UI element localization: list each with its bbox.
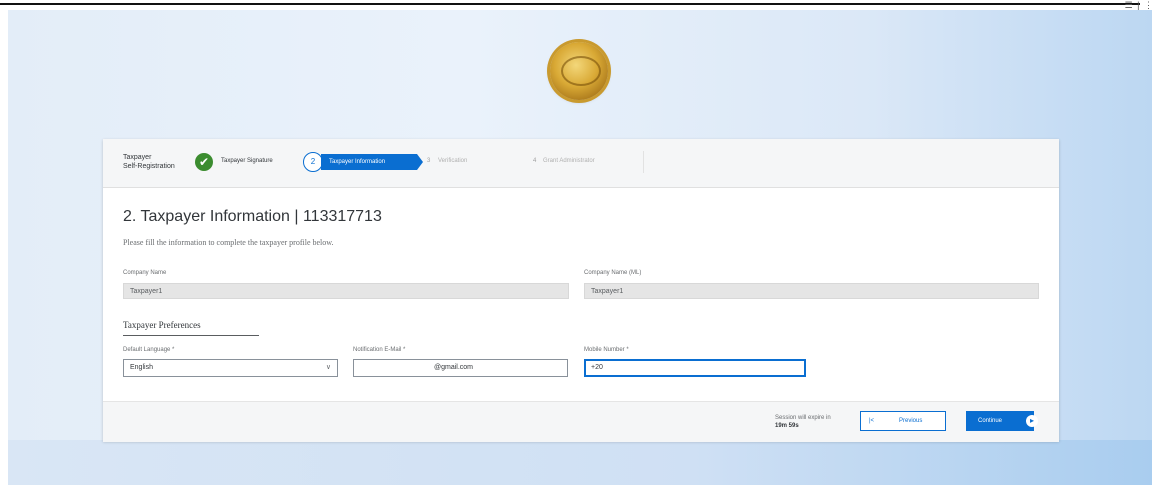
arrow-right-icon: ▸: [1026, 415, 1038, 427]
step-3-number: 3: [427, 158, 431, 164]
section-heading: Taxpayer Preferences: [123, 320, 201, 330]
stepper-divider: [643, 151, 644, 173]
authority-logo: [550, 42, 608, 100]
step-2-label[interactable]: Taxpayer Information: [321, 154, 417, 170]
step-3-label: Verification: [438, 158, 468, 164]
mobile-label: Mobile Number *: [584, 347, 629, 353]
page-subtitle: Please fill the information to complete …: [123, 238, 334, 247]
app-title-line1: Taxpayer: [123, 154, 152, 161]
registration-card: Taxpayer Self-Registration ✔ Taxpayer Si…: [103, 139, 1059, 442]
card-footer: Session will expire in 19m 59s |< Previo…: [103, 401, 1059, 442]
session-timer: Session will expire in 19m 59s: [775, 414, 831, 430]
app-title: Taxpayer Self-Registration: [123, 153, 175, 171]
company-name-ml-label: Company Name (ML): [584, 270, 642, 276]
chevron-down-icon[interactable]: ∨: [326, 360, 331, 376]
default-language-select[interactable]: English ∨: [123, 359, 338, 377]
continue-button[interactable]: Continue ▸: [966, 411, 1038, 431]
step-4-number: 4: [533, 158, 537, 164]
app-title-line2: Self-Registration: [123, 163, 175, 170]
page-background-bottom: [8, 440, 1152, 485]
logo-emblem: [561, 56, 601, 86]
continue-label: Continue: [978, 418, 1003, 424]
default-language-label: Default Language *: [123, 347, 175, 353]
company-name-label: Company Name: [123, 270, 167, 276]
step-1-label[interactable]: Taxpayer Signature: [221, 158, 273, 164]
email-field[interactable]: @gmail.com: [353, 359, 568, 377]
page-title: 2. Taxpayer Information | 113317713: [123, 208, 382, 225]
step-1-check-icon[interactable]: ✔: [195, 153, 213, 171]
top-bar: ☰ | ⋮: [0, 0, 1160, 10]
step-2-number[interactable]: 2: [303, 152, 323, 172]
company-name-ml-field: Taxpayer1: [584, 283, 1039, 299]
stepper: Taxpayer Self-Registration ✔ Taxpayer Si…: [103, 139, 1059, 188]
previous-button[interactable]: |< Previous: [860, 411, 946, 431]
step-4-label: Grant Administrator: [543, 158, 595, 164]
email-label: Notification E-Mail *: [353, 347, 406, 353]
mobile-field[interactable]: +20: [584, 359, 806, 377]
top-divider: [0, 3, 1140, 5]
session-time: 19m 59s: [775, 423, 799, 429]
step-2-arrow-icon: [417, 154, 423, 170]
default-language-value: English: [130, 364, 153, 371]
previous-icon: |<: [869, 418, 875, 424]
session-text: Session will expire in: [775, 415, 831, 421]
section-underline: [123, 335, 259, 336]
mobile-value: +20: [591, 364, 603, 371]
company-name-field: Taxpayer1: [123, 283, 569, 299]
email-value: @gmail.com: [434, 364, 474, 371]
previous-label: Previous: [899, 418, 923, 424]
